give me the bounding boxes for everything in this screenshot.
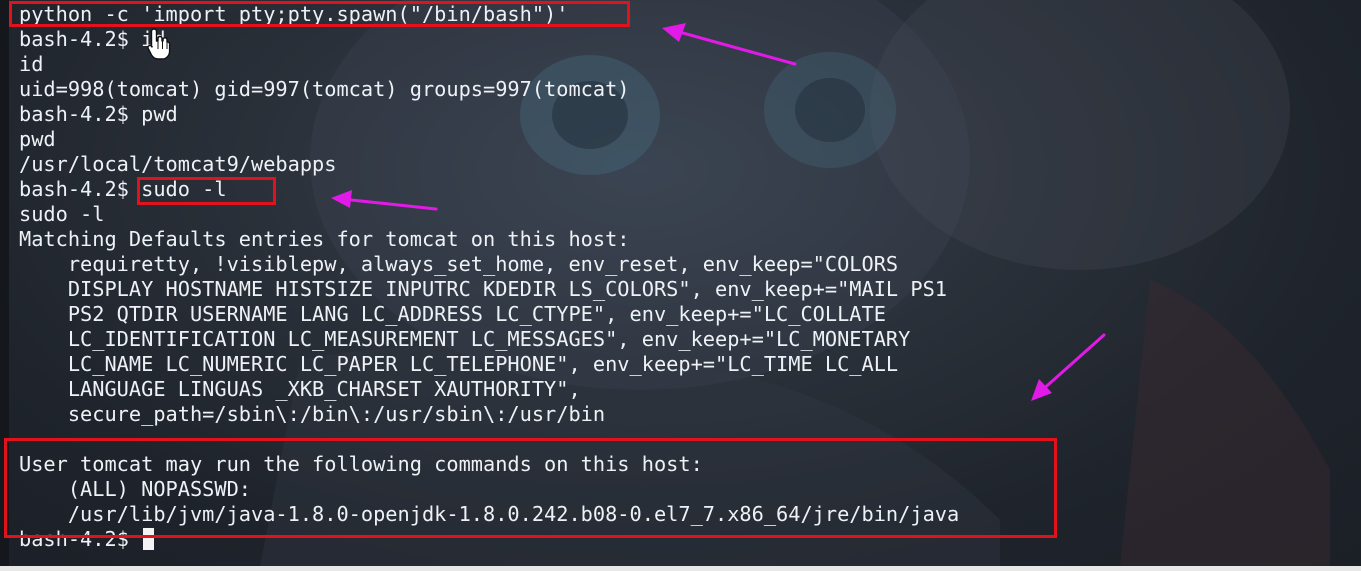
terminal-line: secure_path=/sbin\:/bin\:/usr/sbin\:/usr… [19, 402, 606, 426]
mouse-pointer-hand-icon [147, 28, 171, 60]
highlight-box-python-pty [9, 1, 630, 27]
terminal-line: uid=998(tomcat) gid=997(tomcat) groups=9… [19, 77, 630, 101]
highlight-box-sudo-output [4, 438, 1057, 538]
terminal-line: /usr/local/tomcat9/webapps [19, 152, 337, 176]
terminal-line: pwd [19, 127, 56, 151]
terminal-line: LC_NAME LC_NUMERIC LC_PAPER LC_TELEPHONE… [19, 352, 899, 376]
terminal-line: requiretty, !visiblepw, always_set_home,… [19, 252, 899, 276]
terminal-line: DISPLAY HOSTNAME HISTSIZE INPUTRC KDEDIR… [19, 277, 947, 301]
bottom-bar [0, 566, 1361, 571]
terminal-line: PS2 QTDIR USERNAME LANG LC_ADDRESS LC_CT… [19, 302, 886, 326]
terminal-line: sudo -l [19, 202, 105, 226]
terminal-line: LC_IDENTIFICATION LC_MEASUREMENT LC_MESS… [19, 327, 911, 351]
highlight-box-sudo-l [137, 177, 276, 205]
terminal-line: bash-4.2$ pwd [19, 102, 178, 126]
terminal-line: LANGUAGE LINGUAS _XKB_CHARSET XAUTHORITY… [19, 377, 581, 401]
terminal-line: Matching Defaults entries for tomcat on … [19, 227, 630, 251]
